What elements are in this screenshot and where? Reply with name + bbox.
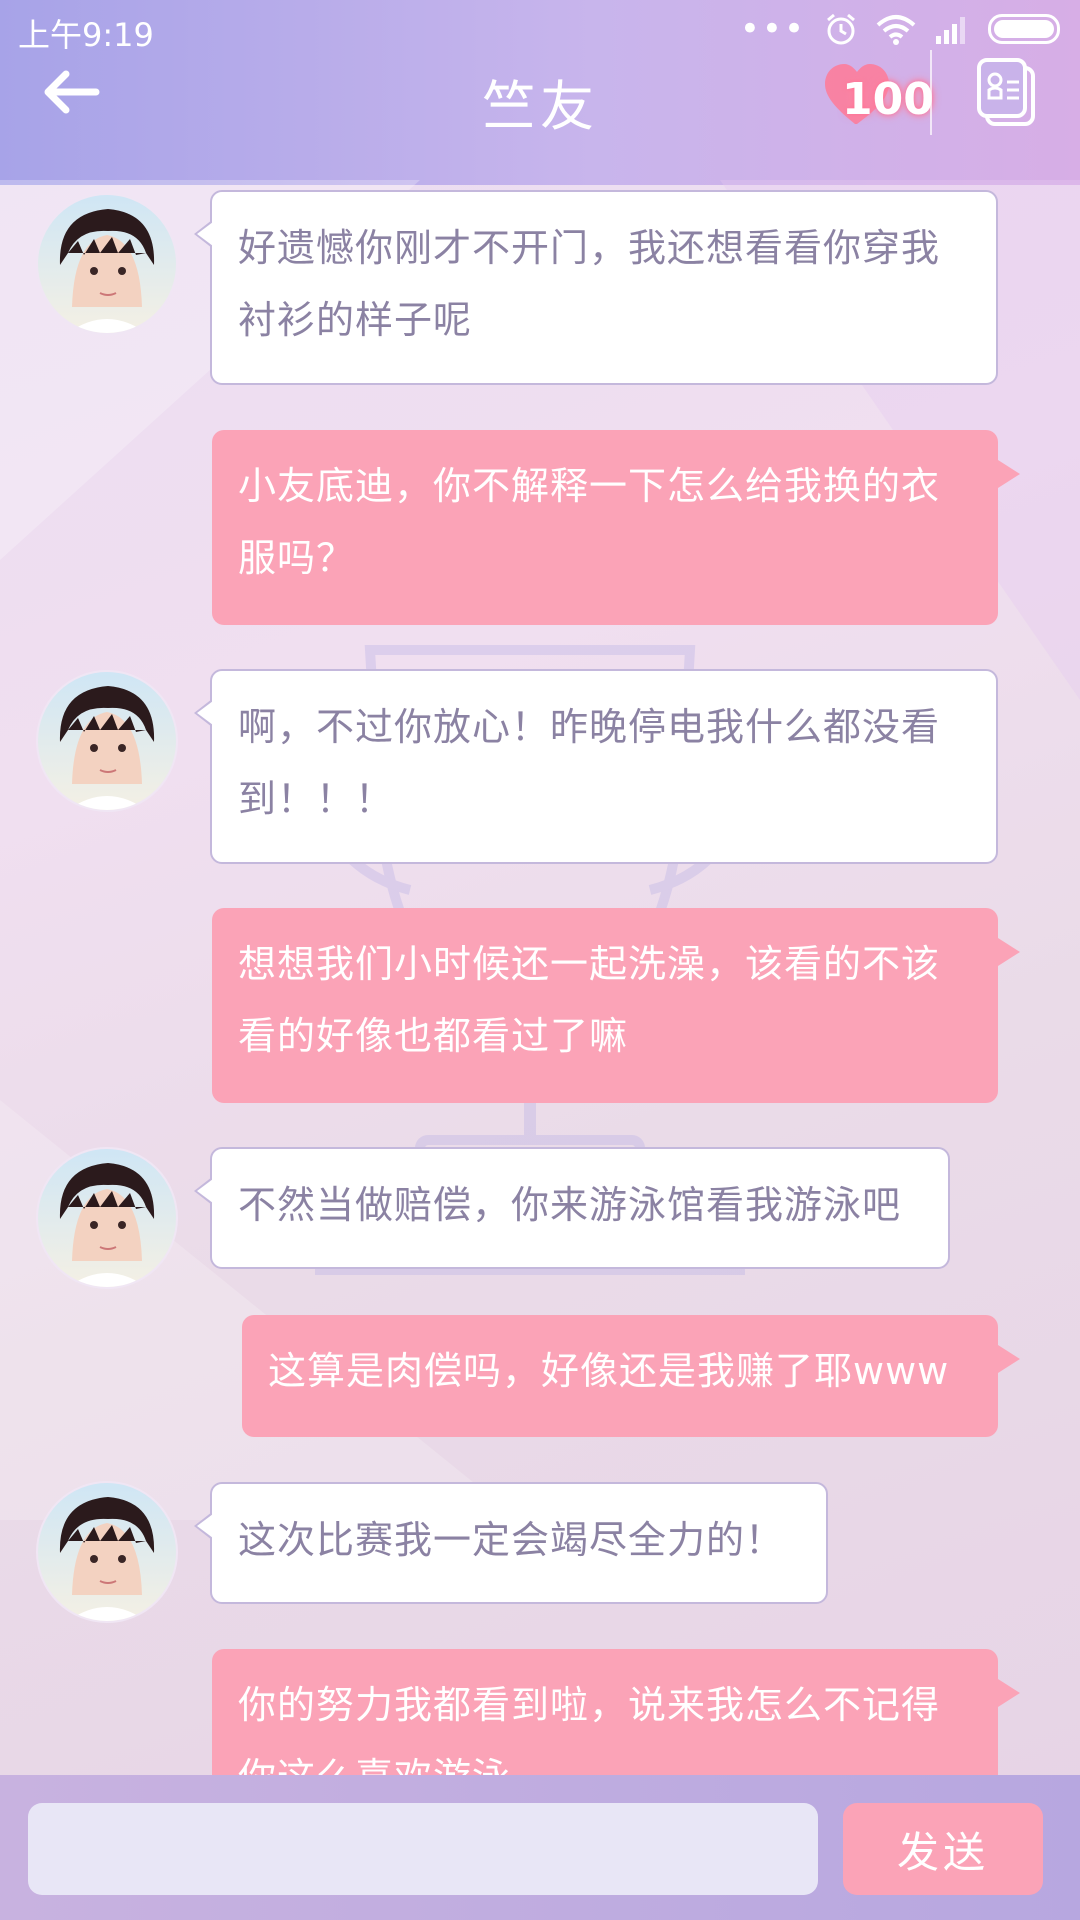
battery-icon xyxy=(988,14,1060,44)
message-text: 不然当做赔偿，你来游泳馆看我游泳吧 xyxy=(238,1183,902,1227)
status-bar: 上午9:19 ••• xyxy=(0,0,1080,60)
message-bubble-incoming[interactable]: 这次比赛我一定会竭尽全力的！ xyxy=(194,1482,828,1604)
message-input[interactable] xyxy=(28,1803,818,1895)
message-text: 服吗？ xyxy=(238,536,356,580)
affection-count: 100 xyxy=(842,74,934,125)
alarm-icon xyxy=(827,13,855,45)
avatar[interactable] xyxy=(36,193,178,335)
message-text: 想想我们小时候还一起洗澡，该看的不该 xyxy=(238,942,941,986)
avatar[interactable] xyxy=(36,1481,178,1623)
avatar-face-icon xyxy=(59,1497,155,1621)
message-bubble-outgoing[interactable]: 想想我们小时候还一起洗澡，该看的不该 看的好像也都看过了嘛 xyxy=(212,908,1020,1103)
contacts-card-icon[interactable] xyxy=(975,58,1037,128)
chat-list[interactable]: 好遗憾你刚才不开门，我还想看看你穿我 衬衫的样子呢 小友底迪，你不解释一下怎么给… xyxy=(0,185,1080,1775)
message-text: 这次比赛我一定会竭尽全力的！ xyxy=(238,1518,785,1562)
input-bar: 发送 xyxy=(0,1775,1080,1920)
more-dots-icon: ••• xyxy=(739,9,806,49)
send-button[interactable]: 发送 xyxy=(843,1803,1043,1895)
wifi-icon xyxy=(876,15,916,45)
message-bubble-incoming[interactable]: 不然当做赔偿，你来游泳馆看我游泳吧 xyxy=(194,1147,950,1269)
message-text: 你的努力我都看到啦，说来我怎么不记得 xyxy=(238,1683,941,1727)
message-bubble-outgoing[interactable]: 你的努力我都看到啦，说来我怎么不记得 你这么喜欢游泳 xyxy=(212,1649,1020,1775)
avatar[interactable] xyxy=(36,670,178,812)
message-text: 你这么喜欢游泳 xyxy=(238,1741,972,1775)
avatar[interactable] xyxy=(36,1147,178,1289)
message-text: 小友底迪，你不解释一下怎么给我换的衣 xyxy=(238,464,941,508)
message-bubble-outgoing[interactable]: 小友底迪，你不解释一下怎么给我换的衣 服吗？ xyxy=(212,430,1020,625)
message-text: 好遗憾你刚才不开门，我还想看看你穿我 xyxy=(238,226,941,270)
status-icons: ••• xyxy=(740,12,1060,46)
avatar-face-icon xyxy=(59,209,155,333)
status-time: 上午9:19 xyxy=(18,16,154,54)
header-divider xyxy=(930,50,932,135)
message-bubble-outgoing[interactable]: 这算是肉偿吗，好像还是我赚了耶www xyxy=(242,1315,1020,1437)
message-text: 看的好像也都看过了嘛 xyxy=(238,1014,629,1058)
signal-icon xyxy=(936,17,965,44)
message-text: 到！！！ xyxy=(238,777,395,821)
message-text: 啊，不过你放心！昨晚停电我什么都没看 xyxy=(238,705,941,749)
message-bubble-incoming[interactable]: 好遗憾你刚才不开门，我还想看看你穿我 衬衫的样子呢 xyxy=(194,190,998,385)
message-text: 这算是肉偿吗，好像还是我赚了耶www xyxy=(268,1349,950,1393)
message-bubble-incoming[interactable]: 啊，不过你放心！昨晚停电我什么都没看 到！！！ xyxy=(194,669,998,864)
message-text: 衬衫的样子呢 xyxy=(238,298,473,342)
avatar-face-icon xyxy=(59,686,155,810)
avatar-face-icon xyxy=(59,1163,155,1287)
